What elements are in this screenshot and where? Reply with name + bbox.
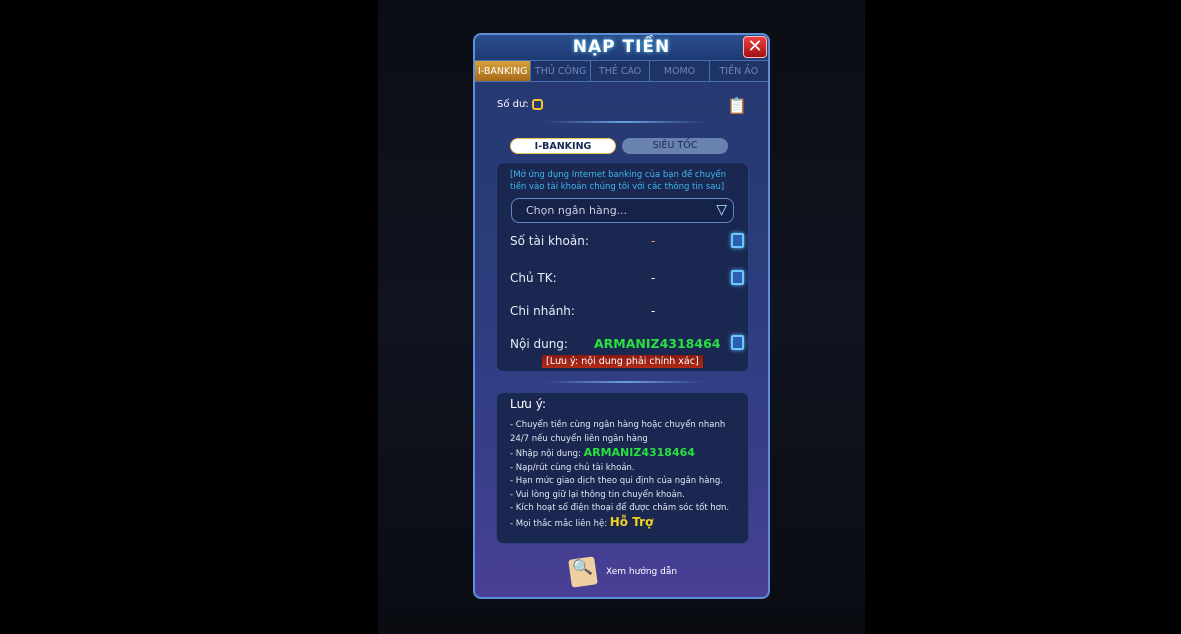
notes-title: Lưu ý: <box>510 397 546 411</box>
divider <box>545 121 705 123</box>
content-label: Nội dung: <box>510 337 568 351</box>
owner-value: - <box>651 271 656 285</box>
account-label: Số tài khoản: <box>510 234 589 248</box>
copy-icon[interactable] <box>731 270 744 285</box>
tab-bar: I-BANKING THỦ CÔNG THẺ CÀO MOMO TIỀN ẢO <box>475 60 768 82</box>
branch-value: - <box>651 304 656 318</box>
history-icon[interactable]: 📋 <box>727 96 747 116</box>
tab-thu-cong[interactable]: THỦ CÔNG <box>531 61 591 81</box>
copy-icon[interactable] <box>731 335 744 350</box>
tab-tien-ao[interactable]: TIỀN ẢO <box>710 61 768 81</box>
note-line: - Hạn mức giao dịch theo qui định của ng… <box>510 476 723 486</box>
divider <box>545 381 705 383</box>
tab-momo[interactable]: MOMO <box>650 61 710 81</box>
guide-magnifier-icon: 🔍 <box>568 556 598 588</box>
mode-switch: I-BANKING SIÊU TỐC <box>510 138 728 154</box>
account-value: - <box>651 234 656 248</box>
support-link[interactable]: Hỗ Trợ <box>610 515 654 529</box>
notes-panel: Lưu ý: - Chuyển tiền cùng ngân hàng hoặc… <box>496 392 749 544</box>
sieutoc-toggle[interactable]: SIÊU TỐC <box>622 138 728 154</box>
note-line: - Kích hoạt số điện thoại để được chăm s… <box>510 503 730 513</box>
note-line: - Chuyển tiền cùng ngân hàng hoặc chuyển… <box>510 420 726 444</box>
bank-info-panel: [Mở ứng dụng Internet banking của bạn để… <box>496 162 749 372</box>
modal-title: NẠP TIỀN <box>475 35 768 60</box>
content-value[interactable]: ARMANIZ4318464 <box>594 336 720 351</box>
note-line: - Vui lòng giữ lại thông tin chuyển khoả… <box>510 489 685 500</box>
balance-label: Số dư: <box>497 99 529 110</box>
branch-label: Chi nhánh: <box>510 304 575 318</box>
guide-label: Xem hướng dẫn <box>606 567 678 577</box>
owner-label: Chủ TK: <box>510 271 557 285</box>
bank-hint: [Mở ứng dụng Internet banking của bạn để… <box>510 170 726 192</box>
content-warning: [Lưu ý: nội dung phải chính xác] <box>542 355 703 368</box>
tab-ibanking[interactable]: I-BANKING <box>475 61 532 81</box>
bank-select[interactable]: Chọn ngân hàng... ▽ <box>511 198 734 223</box>
note-line: - Nạp/rút cùng chủ tài khoản. <box>510 462 635 473</box>
deposit-modal: NẠP TIỀN ✕ I-BANKING THỦ CÔNG THẺ CÀO MO… <box>473 33 770 599</box>
copy-icon[interactable] <box>731 233 744 248</box>
balance: Số dư: 0 <box>497 99 543 110</box>
ibanking-toggle[interactable]: I-BANKING <box>510 138 616 154</box>
note-line: - Nhập nội dung: ARMANIZ4318464 <box>510 446 695 459</box>
coin-icon: 0 <box>531 99 543 110</box>
note-line: - Mọi thắc mắc liên hệ: Hỗ Trợ <box>510 514 654 529</box>
chevron-down-icon: ▽ <box>716 202 727 218</box>
tab-the-cao[interactable]: THẺ CÀO <box>591 61 651 81</box>
guide-button[interactable]: 🔍 Xem hướng dẫn <box>568 556 678 588</box>
close-icon[interactable]: ✕ <box>743 36 767 58</box>
